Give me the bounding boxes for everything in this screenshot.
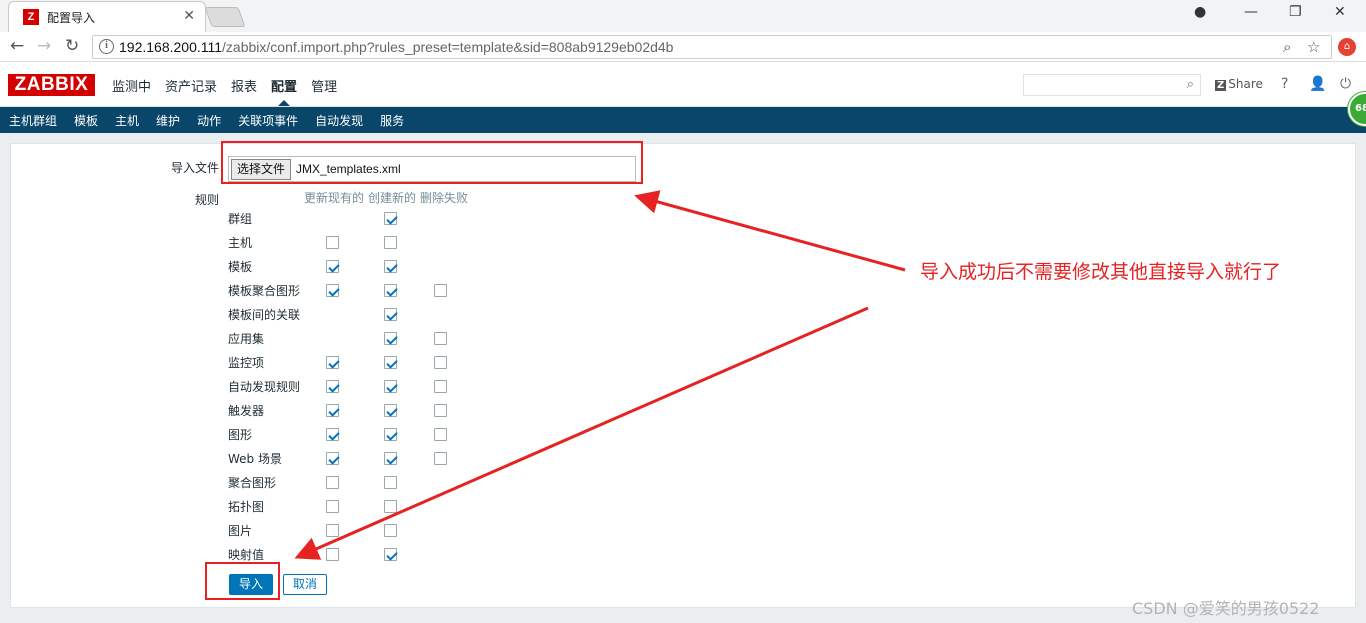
annotation-arrows: [294, 190, 906, 560]
arrow-to-file: [634, 190, 906, 272]
arrow-to-import: [294, 306, 869, 560]
annotation-note: 导入成功后不需要修改其他直接导入就行了: [920, 261, 1282, 283]
watermark: CSDN @爱笑的男孩0522: [1132, 599, 1320, 618]
